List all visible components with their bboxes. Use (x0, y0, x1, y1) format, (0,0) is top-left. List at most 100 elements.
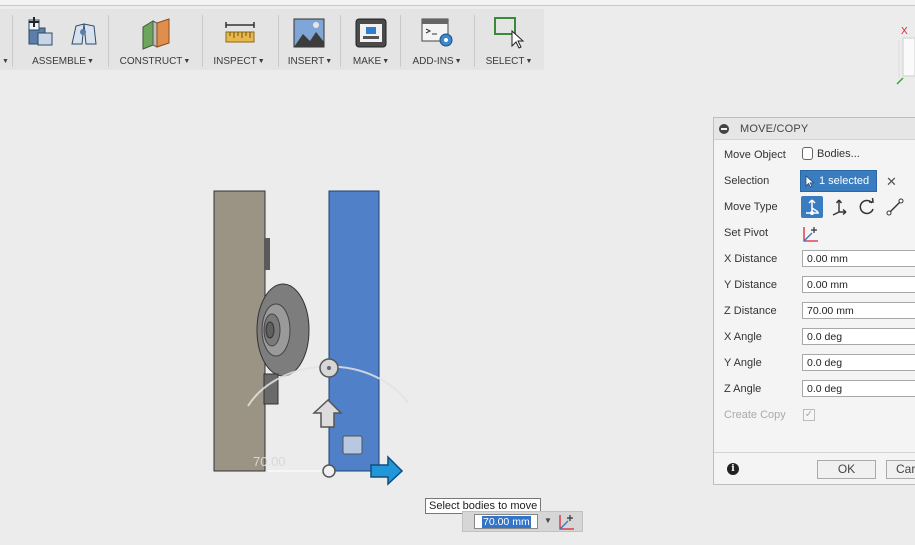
x-angle-row: X Angle 0.0 deg (714, 325, 915, 351)
z-angle-row: Z Angle 0.0 deg (714, 377, 915, 403)
cancel-button[interactable]: Car (886, 460, 915, 479)
toolbar-group-construct[interactable]: CONSTRUCT▼ (114, 9, 196, 70)
move-object-label: Move Object (724, 149, 786, 161)
info-icon[interactable]: i (727, 463, 739, 475)
construct-plane-icon[interactable] (140, 17, 172, 51)
x-distance-row: X Distance 0.00 mm (714, 247, 915, 273)
svg-text:X: X (901, 26, 908, 37)
z-angle-label: Z Angle (724, 383, 762, 395)
create-copy-label: Create Copy (724, 409, 786, 421)
x-angle-label: X Angle (724, 331, 762, 343)
x-angle-field[interactable]: 0.0 deg (802, 328, 915, 345)
toolbar-separator (474, 15, 475, 67)
set-pivot-icon[interactable] (558, 513, 576, 531)
inspect-text: INSPECT (213, 56, 257, 67)
distance-input-box: 70.00 mm ▼ (462, 511, 583, 532)
move-origin-handle[interactable] (322, 464, 336, 478)
body-icon (802, 147, 813, 160)
ok-button[interactable]: OK (817, 460, 876, 479)
panel-title: MOVE/COPY (740, 123, 809, 135)
set-pivot-icon[interactable] (802, 225, 820, 243)
point-to-point-icon[interactable] (884, 196, 906, 218)
select-label[interactable]: SELECT▼ (478, 56, 540, 67)
distance-input-value: 70.00 mm (482, 516, 531, 528)
plane-move-handle[interactable] (342, 435, 363, 455)
view-cube[interactable]: X (893, 18, 915, 88)
add-ins-label[interactable]: ADD-INS▼ (404, 56, 470, 67)
chevron-down-icon[interactable]: ▼ (544, 516, 552, 525)
z-angle-field[interactable]: 0.0 deg (802, 380, 915, 397)
select-window-icon[interactable] (494, 17, 526, 49)
toolbar-group-assemble[interactable]: ASSEMBLE▼ (22, 9, 104, 70)
z-distance-field[interactable]: 70.00 mm (802, 302, 915, 319)
toolbar: ▼ ASSEMBLE▼ CONSTRUCT▼ INSPECT▼ INSERT▼ … (0, 9, 544, 70)
selected-blue-body[interactable] (328, 190, 380, 472)
insert-text: INSERT (287, 56, 325, 67)
free-move-icon[interactable] (801, 196, 823, 218)
move-object-row: Move Object Bodies... (714, 143, 915, 169)
y-angle-field[interactable]: 0.0 deg (802, 354, 915, 371)
y-distance-label: Y Distance (724, 279, 777, 291)
insert-image-icon[interactable] (293, 18, 325, 48)
toolbar-group-select[interactable]: SELECT▼ (478, 9, 540, 70)
scripts-addins-icon[interactable] (421, 18, 455, 48)
toolbar-separator (202, 15, 203, 67)
distance-input[interactable]: 70.00 mm (474, 514, 538, 529)
cursor-arrow-icon (805, 175, 815, 188)
inspect-label[interactable]: INSPECT▼ (208, 56, 270, 67)
y-distance-field[interactable]: 0.00 mm (802, 276, 915, 293)
new-component-icon[interactable] (26, 16, 58, 48)
insert-label[interactable]: INSERT▼ (282, 56, 338, 67)
toolbar-group-make[interactable]: MAKE▼ (344, 9, 398, 70)
construct-label[interactable]: CONSTRUCT▼ (114, 56, 196, 67)
assemble-label[interactable]: ASSEMBLE▼ (22, 56, 104, 67)
set-pivot-row: Set Pivot (714, 221, 915, 247)
window-top-strip (0, 0, 915, 6)
add-ins-text: ADD-INS (412, 56, 454, 67)
clear-selection-icon[interactable]: ✕ (886, 174, 897, 190)
move-type-row: Move Type (714, 195, 915, 221)
set-pivot-label: Set Pivot (724, 227, 769, 239)
panel-footer: i OK Car (714, 452, 915, 486)
toolbar-separator (340, 15, 341, 67)
selection-button[interactable]: 1 selected (800, 170, 877, 192)
chevron-down-icon: ▼ (86, 58, 94, 65)
create-copy-checkbox[interactable]: ✓ (803, 409, 815, 421)
joint-icon[interactable] (68, 18, 100, 48)
make-label[interactable]: MAKE▼ (344, 56, 398, 67)
chevron-down-icon: ▼ (183, 58, 191, 65)
bearing-part[interactable] (256, 238, 310, 405)
x-distance-label: X Distance (724, 253, 778, 265)
chevron-down-icon: ▼ (454, 58, 462, 65)
toolbar-group-add-ins[interactable]: ADD-INS▼ (404, 9, 470, 70)
translate-icon[interactable] (828, 196, 850, 218)
toolbar-group-inspect[interactable]: INSPECT▼ (208, 9, 270, 70)
make-text: MAKE (352, 56, 382, 67)
chevron-down-icon: ▼ (257, 58, 265, 65)
toolbar-separator (400, 15, 401, 67)
selection-count: 1 selected (819, 175, 870, 187)
make-3d-print-icon[interactable] (355, 18, 387, 48)
chevron-down-icon: ▼ (325, 58, 333, 65)
move-object-dropdown[interactable]: Bodies... (802, 147, 860, 160)
dimension-label: 70.00 (253, 454, 286, 469)
chevron-down-icon: ▼ (382, 58, 390, 65)
chevron-down-icon: ▼ (525, 58, 533, 65)
create-copy-row: Create Copy ✓ (714, 403, 915, 429)
z-distance-label: Z Distance (724, 305, 777, 317)
rotate-icon[interactable] (856, 196, 878, 218)
measure-ruler-icon[interactable] (224, 21, 256, 45)
toolbar-separator (12, 15, 13, 67)
select-text: SELECT (485, 56, 525, 67)
selection-label: Selection (724, 175, 770, 187)
prev-group-dropdown-arrow[interactable]: ▼ (2, 58, 9, 65)
y-angle-label: Y Angle (724, 357, 762, 369)
y-distance-row: Y Distance 0.00 mm (714, 273, 915, 299)
y-angle-row: Y Angle 0.0 deg (714, 351, 915, 377)
x-distance-field[interactable]: 0.00 mm (802, 250, 915, 267)
toolbar-group-insert[interactable]: INSERT▼ (282, 9, 338, 70)
toolbar-separator (108, 15, 109, 67)
collapse-icon[interactable] (719, 124, 729, 134)
canvas-viewport[interactable]: 70.00 (0, 70, 712, 545)
panel-header: MOVE/COPY (714, 118, 915, 140)
